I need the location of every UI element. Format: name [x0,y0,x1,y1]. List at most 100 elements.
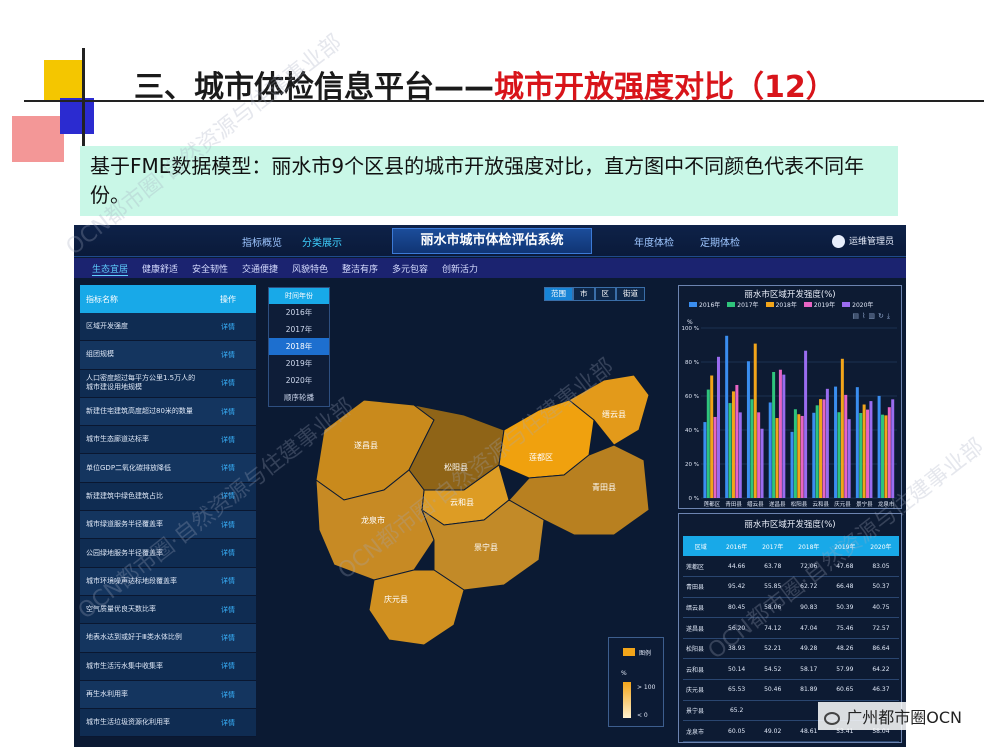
detail-link[interactable]: 详情 [200,520,256,530]
bar[interactable] [855,387,859,498]
indicator-row[interactable]: 城市生态廊道达标率 详情 [80,426,256,455]
bar[interactable] [750,399,754,498]
chart-legend-item[interactable]: 2020年 [842,300,873,309]
nav-item-style[interactable]: 风貌特色 [292,262,328,275]
chart-legend-item[interactable]: 2017年 [727,300,759,309]
bar[interactable] [844,394,848,498]
nav-item-eco[interactable]: 生态宜居 [92,262,129,276]
bar[interactable] [746,361,750,498]
bar-switch-icon[interactable]: ▥ [868,312,878,320]
detail-link[interactable]: 详情 [200,463,256,473]
detail-link[interactable]: 详情 [200,350,256,360]
detail-link[interactable]: 详情 [200,435,256,445]
refresh-icon[interactable]: ↻ [878,312,887,320]
bar[interactable] [706,389,710,498]
bar[interactable] [738,412,742,498]
bar[interactable] [797,414,801,498]
range-option-district[interactable]: 区 [594,287,616,301]
bar[interactable] [710,375,714,498]
bar[interactable] [790,431,794,498]
indicator-row[interactable]: 公园绿地服务半径覆盖率 详情 [80,539,256,568]
nav-item-order[interactable]: 整洁有序 [342,262,378,275]
indicator-row[interactable]: 组团规模 详情 [80,341,256,370]
bar[interactable] [753,343,757,498]
detail-link[interactable]: 详情 [200,576,256,586]
indicator-row[interactable]: 空气质量优良天数比率 详情 [80,595,256,625]
bar[interactable] [772,371,776,498]
detail-link[interactable]: 详情 [200,605,256,615]
nav-item-traffic[interactable]: 交通便捷 [242,262,278,275]
indicator-row[interactable]: 区域开发强度 详情 [80,313,256,342]
detail-link[interactable]: 详情 [200,661,256,671]
user-menu[interactable]: 运维管理员 [831,234,894,248]
bar[interactable] [891,399,895,498]
bar[interactable] [728,403,732,498]
indicator-row[interactable]: 地表水达到或好于Ⅲ类水体比例 详情 [80,624,256,653]
data-view-icon[interactable]: ▤ [852,312,862,320]
tab-annual-check[interactable]: 年度体检 [634,234,674,249]
bar[interactable] [862,404,866,499]
bar[interactable] [834,386,838,498]
bar[interactable] [782,374,786,498]
bar[interactable] [881,414,885,498]
bar[interactable] [819,399,823,498]
bar[interactable] [731,391,735,498]
indicator-row[interactable]: 城市环境噪声达标地段覆盖率 详情 [80,567,256,596]
indicator-row[interactable]: 城市生活污水集中收集率 详情 [80,652,256,681]
bar[interactable] [760,428,764,498]
year-option[interactable]: 2018年 [269,338,329,355]
bar[interactable] [775,418,779,498]
indicator-row[interactable]: 人口密度超过每平方公里1.5万人的城市建设用地规模 详情 [80,369,256,398]
detail-link[interactable]: 详情 [200,633,256,643]
tab-periodic-check[interactable]: 定期体检 [700,234,740,249]
bar[interactable] [716,356,720,498]
chart-legend-item[interactable]: 2016年 [689,300,720,309]
bar[interactable] [847,419,851,498]
detail-link[interactable]: 详情 [200,322,256,332]
bar[interactable] [866,409,870,498]
detail-link[interactable]: 详情 [200,378,256,388]
bar[interactable] [859,413,863,498]
bar[interactable] [703,422,707,498]
indicator-row[interactable]: 新建建筑中绿色建筑占比 详情 [80,482,256,512]
range-option-street[interactable]: 街道 [616,287,645,301]
bar[interactable] [713,416,717,498]
nav-item-innovation[interactable]: 创新活力 [442,262,478,275]
detail-link[interactable]: 详情 [200,718,256,728]
bar[interactable] [887,407,891,498]
detail-link[interactable]: 详情 [200,407,256,417]
nav-item-health[interactable]: 健康舒适 [142,262,178,275]
bar[interactable] [884,415,888,498]
indicator-row[interactable]: 再生水利用率 详情 [80,680,256,710]
range-option-city[interactable]: 市 [573,287,595,301]
indicator-row[interactable]: 城市生活垃圾资源化利用率 详情 [80,709,256,738]
bar[interactable] [812,412,816,498]
bar[interactable] [768,402,772,498]
map-region-qingyuan[interactable] [368,569,465,646]
bar[interactable] [869,401,873,498]
bar[interactable] [800,415,804,498]
bar[interactable] [757,412,761,498]
bar[interactable] [725,335,729,498]
bar[interactable] [804,350,808,498]
nav-item-inclusive[interactable]: 多元包容 [392,262,428,275]
detail-link[interactable]: 详情 [200,491,256,501]
bar[interactable] [793,409,797,498]
year-option[interactable]: 2016年 [269,304,329,321]
year-option[interactable]: 2017年 [269,321,329,338]
nav-item-safety[interactable]: 安全韧性 [192,262,228,275]
download-icon[interactable]: ⤓ [887,312,893,320]
bar[interactable] [815,405,819,498]
bar[interactable] [837,412,841,498]
bar[interactable] [735,384,739,498]
bar[interactable] [840,358,844,498]
lishui-map[interactable]: 遂昌县 松阳县 莲都区 缙云县 云和县 龙泉市 青田县 景宁县 庆元县 [304,360,684,660]
bar[interactable] [877,395,881,498]
tab-category-view[interactable]: 分类展示 [302,234,342,249]
bar[interactable] [778,369,782,498]
tab-indicator-overview[interactable]: 指标概览 [242,234,282,249]
indicator-row[interactable]: 单位GDP二氧化碳排放降低 详情 [80,454,256,483]
chart-legend-item[interactable]: 2019年 [803,300,835,309]
chart-legend-item[interactable]: 2018年 [765,300,797,309]
range-option-scope[interactable]: 范围 [544,287,573,301]
